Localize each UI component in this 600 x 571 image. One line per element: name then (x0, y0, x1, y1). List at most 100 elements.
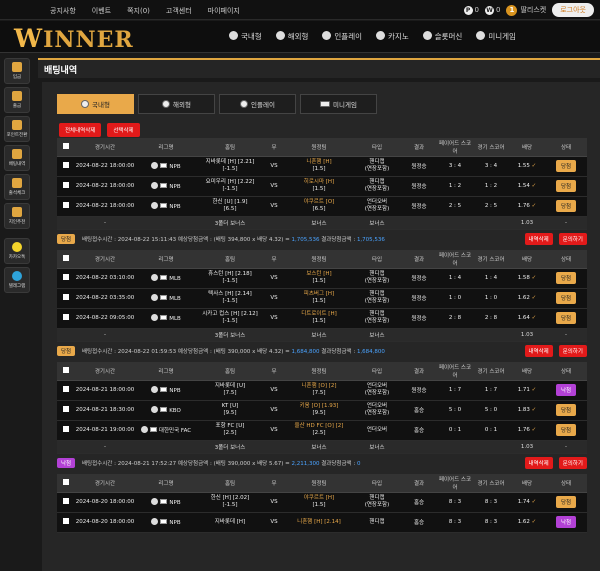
row-checkbox[interactable] (63, 498, 69, 504)
result: 원정승 (401, 288, 437, 309)
away-team-cell[interactable]: 울산 HD FC [O] [2] [2.5] (285, 420, 353, 441)
payout-score: 8 : 3 (437, 492, 473, 513)
baseball-icon (151, 498, 159, 505)
select-all-checkbox[interactable] (63, 142, 69, 149)
draw-cell: VS (263, 380, 285, 401)
home-team-cell[interactable]: 요미우리 [H] [2.22] [-1.5] (197, 176, 263, 197)
sidebar-referral[interactable]: 지인추천 (4, 203, 30, 229)
tab-overseas[interactable]: 해외형 (138, 94, 215, 114)
home-team-cell[interactable]: 한신 [H] [2.02] [-1.5] (197, 492, 263, 513)
sidebar-kakao[interactable]: 카카오톡 (4, 238, 30, 264)
flag-icon (149, 427, 157, 432)
home-team-cell[interactable]: KT [U] [9.5] (197, 400, 263, 421)
column-header: 타입 (353, 138, 401, 157)
away-team: 니혼햄 [O] [2] (301, 383, 337, 389)
nav-inplay[interactable]: 인플레이 (322, 31, 362, 42)
bet-type: 언더오버 (366, 383, 388, 389)
row-checkbox[interactable] (63, 406, 69, 412)
away-team-cell[interactable]: 야쿠르트 [O] [6.5] (285, 196, 353, 217)
sidebar-deposit[interactable]: 입금 (4, 58, 30, 84)
support-link[interactable]: 고객센터 (166, 6, 192, 16)
home-team-cell[interactable]: 시카고 컵스 [H] [2.12] [-1.5] (197, 308, 263, 329)
odds-value: 1.64 (517, 315, 530, 321)
home-line: [-1.5] (222, 318, 238, 324)
logo[interactable]: WINNER (14, 24, 134, 53)
bet-type: 언더오버 (366, 403, 388, 409)
sidebar-attendance[interactable]: 출석체크 (4, 174, 30, 200)
calendar-icon (12, 178, 22, 188)
row-checkbox[interactable] (63, 426, 69, 432)
home-team-cell[interactable]: 지바롯데 [H] [2.21] [-1.5] (197, 156, 263, 177)
draw-cell: VS (263, 288, 285, 309)
delete-history-button[interactable]: 내역삭제 (524, 233, 553, 245)
away-team-cell[interactable]: 니혼햄 [H] [1.5] (285, 156, 353, 177)
select-all-checkbox[interactable] (63, 254, 69, 261)
away-team-cell[interactable]: 보스턴 [H] [1.5] (285, 268, 353, 289)
sidebar-point-convert[interactable]: 포인트전환 (4, 116, 30, 142)
away-team-cell[interactable]: 피츠버그 [H] [1.5] (285, 288, 353, 309)
row-checkbox[interactable] (63, 314, 69, 320)
nav-domestic[interactable]: 국내형 (229, 31, 262, 42)
away-team-cell[interactable]: 야쿠르트 [H] [1.5] (285, 492, 353, 513)
inquiry-button[interactable]: 문의하기 (558, 233, 587, 245)
delete-history-button[interactable]: 내역삭제 (524, 457, 553, 469)
nav-overseas[interactable]: 해외형 (275, 31, 308, 42)
logout-button[interactable]: 로그아웃 (552, 3, 594, 17)
delete-selected-button[interactable]: 선택삭제 (107, 123, 140, 137)
notice-link[interactable]: 공지사항 (50, 6, 76, 16)
league-name: MLB (169, 276, 181, 282)
home-team-cell[interactable]: 휴스턴 [H] [2.18] [-1.5] (197, 268, 263, 289)
home-team-cell[interactable]: 한신 [U] [1.9] [6.5] (197, 196, 263, 217)
inquiry-button[interactable]: 문의하기 (558, 345, 587, 357)
away-team: 니혼햄 [H] (306, 159, 332, 165)
row-checkbox[interactable] (63, 202, 69, 208)
row-checkbox[interactable] (63, 518, 69, 524)
select-all-checkbox[interactable] (63, 366, 69, 373)
referral-icon (12, 207, 22, 217)
sidebar-withdraw[interactable]: 출금 (4, 87, 30, 113)
tab-inplay[interactable]: 인플레이 (219, 94, 296, 114)
away-team-cell[interactable]: 니혼햄 [H] [2.14] (285, 512, 353, 533)
sidebar-telegram[interactable]: 텔레그램 (4, 267, 30, 293)
match-time: 2024-08-20 18:00:00 (75, 512, 135, 533)
home-team-cell[interactable]: 지바롯데 [U] [7.5] (197, 380, 263, 401)
row-checkbox[interactable] (63, 294, 69, 300)
nav-minigame[interactable]: 미니게임 (476, 31, 516, 42)
nav-slot[interactable]: 슬롯머신 (422, 31, 462, 42)
delete-all-button[interactable]: 전체내역삭제 (59, 123, 102, 137)
away-team-cell[interactable]: 키움 [O] [1.93] [9.5] (285, 400, 353, 421)
bonus-label: 3폴더 보너스 (197, 328, 263, 342)
odds-cell: 1.76 ✓ (509, 196, 545, 217)
home-team-cell[interactable]: 포항 FC [U] [2.5] (197, 420, 263, 441)
away-team-cell[interactable]: 디트로이트 [H] [1.5] (285, 308, 353, 329)
column-header: 상태 (545, 250, 587, 269)
away-team-cell[interactable]: 히로시마 [H] [1.5] (285, 176, 353, 197)
bonus-empty (401, 328, 437, 342)
bonus-type: 보너스 (353, 440, 401, 454)
summary-status-badge: 낙첨 (57, 458, 76, 468)
row-checkbox[interactable] (63, 386, 69, 392)
bet-type-cell: 핸디캡 (연장포함) (353, 308, 401, 329)
result: 홈승 (401, 492, 437, 513)
tab-domestic[interactable]: 국내형 (57, 94, 134, 114)
column-header: 무 (263, 138, 285, 157)
match-time: 2024-08-21 18:30:00 (75, 400, 135, 421)
row-checkbox[interactable] (63, 182, 69, 188)
row-checkbox[interactable] (63, 274, 69, 280)
bet-summary: 당첨 배팅접수시간 : 2024-08-22 01:59:53 예상당첨금액 : … (57, 344, 587, 358)
delete-history-button[interactable]: 내역삭제 (524, 345, 553, 357)
away-team-cell[interactable]: 니혼햄 [O] [2] [7.5] (285, 380, 353, 401)
sidebar-bet-history[interactable]: 배팅내역 (4, 145, 30, 171)
bet-type-cell: 핸디캡 (연장포함) (353, 492, 401, 513)
select-all-checkbox[interactable] (63, 478, 69, 485)
nav-casino[interactable]: 카지노 (376, 31, 409, 42)
home-team-cell[interactable]: 지바롯데 [H] (197, 512, 263, 533)
inquiry-button[interactable]: 문의하기 (558, 457, 587, 469)
message-link[interactable]: 쪽지(0) (127, 6, 150, 16)
soccer-ball-icon (162, 100, 171, 108)
event-link[interactable]: 이벤트 (92, 6, 111, 16)
tab-minigame[interactable]: 미니게임 (300, 94, 377, 114)
home-team-cell[interactable]: 텍사스 [H] [2.14] [-1.5] (197, 288, 263, 309)
mypage-link[interactable]: 마이페이지 (208, 6, 240, 16)
row-checkbox[interactable] (63, 162, 69, 168)
